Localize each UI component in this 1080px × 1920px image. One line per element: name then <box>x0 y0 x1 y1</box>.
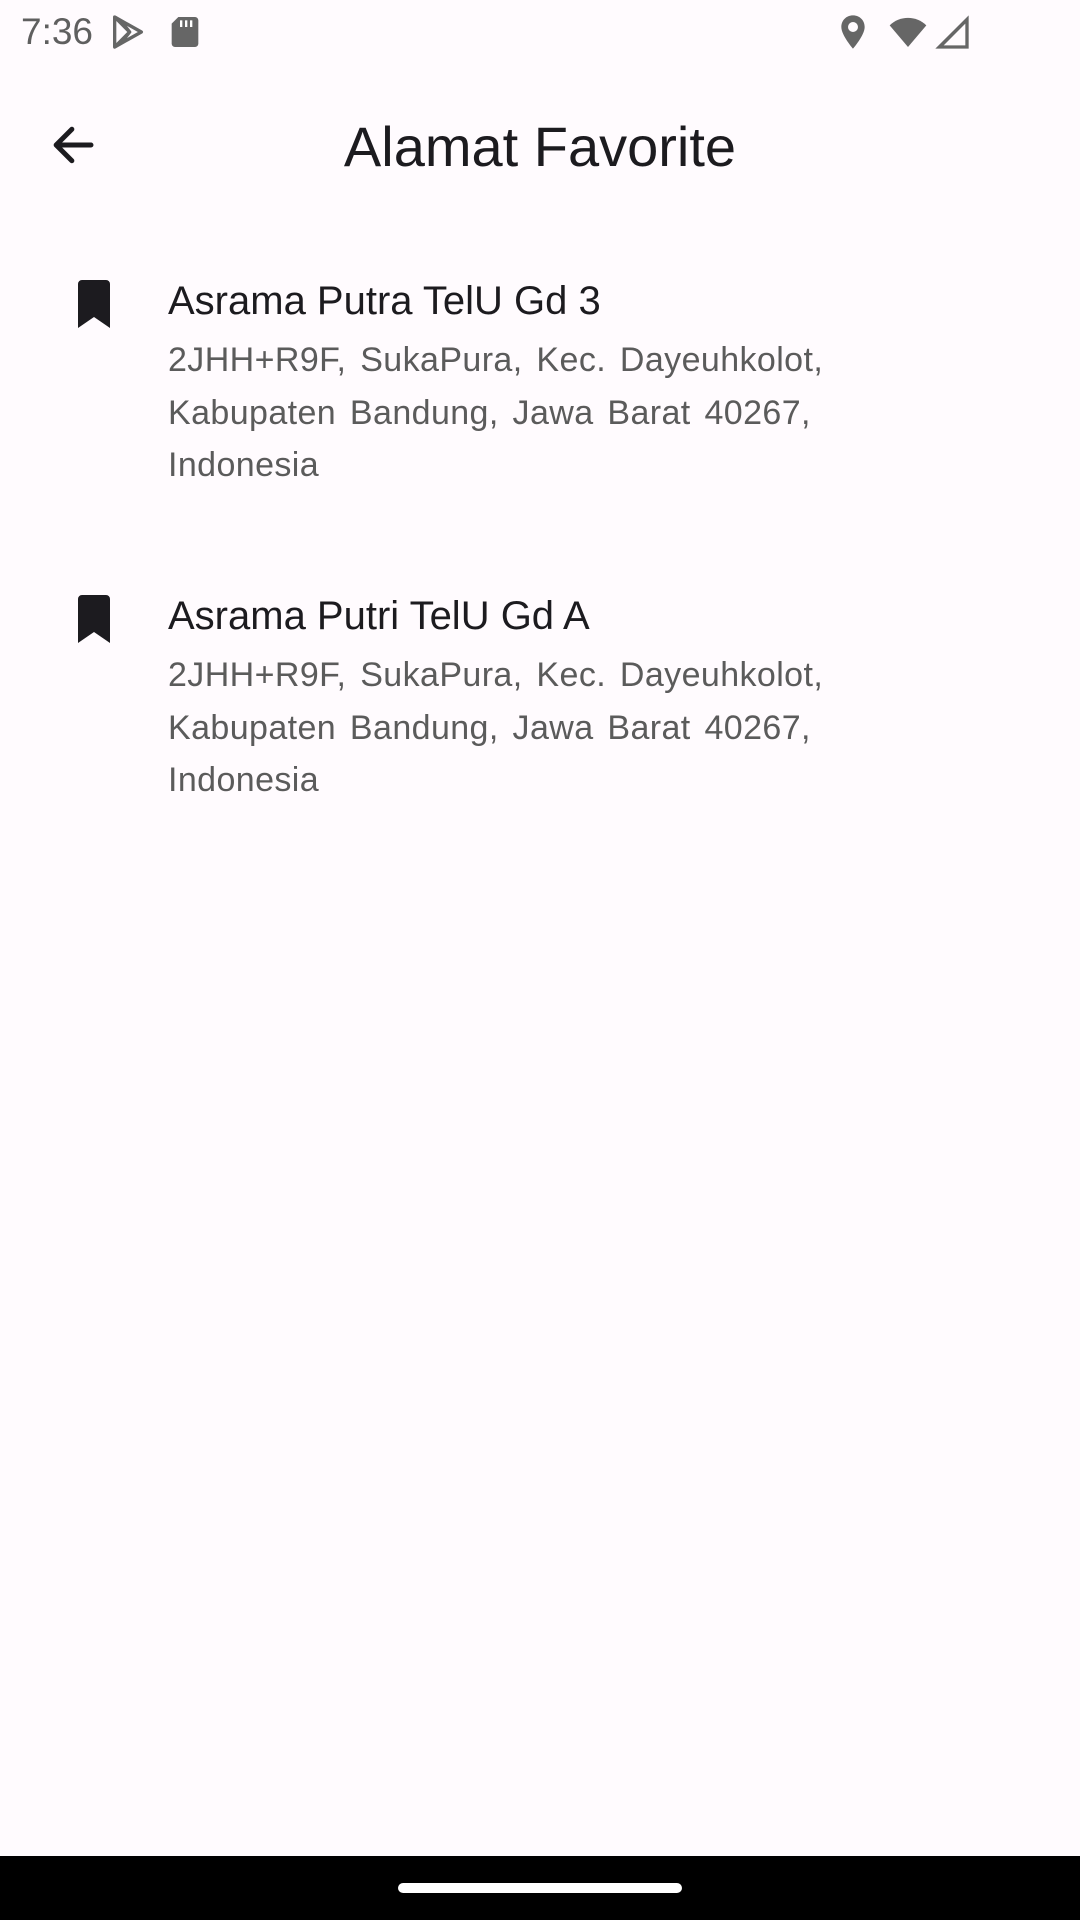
favorite-address-text: Asrama Putri TelU Gd A 2JHH+R9F, SukaPur… <box>168 589 888 807</box>
location-icon <box>833 12 873 52</box>
address-line: Kabupaten Bandung, Jawa Barat 40267, <box>168 393 811 432</box>
favorite-address-list: Asrama Putra TelU Gd 3 2JHH+R9F, SukaPur… <box>0 264 1080 894</box>
address-line: 2JHH+R9F, SukaPura, Kec. Dayeuhkolot, <box>168 656 824 694</box>
bookmark-icon <box>74 595 114 643</box>
favorite-address-name: Asrama Putra TelU Gd 3 <box>168 279 601 323</box>
favorite-address-item[interactable]: Asrama Putra TelU Gd 3 2JHH+R9F, SukaPur… <box>0 264 1080 579</box>
bookmark-icon <box>74 280 114 328</box>
app-bar: Alamat Favorite <box>0 64 1080 204</box>
address-line: Indonesia <box>168 761 320 799</box>
address-line: Kabupaten Bandung, Jawa Barat 40267, <box>168 708 811 747</box>
wifi-icon <box>888 12 928 52</box>
favorite-address-item[interactable]: Asrama Putri TelU Gd A 2JHH+R9F, SukaPur… <box>0 579 1080 894</box>
play-store-icon <box>108 12 148 52</box>
status-bar: 7:36 <box>0 0 1080 64</box>
status-time: 7:36 <box>21 11 94 52</box>
favorite-address-detail: 2JHH+R9F, SukaPura, Kec. Dayeuhkolot, Ka… <box>168 334 888 492</box>
cell-signal-icon <box>932 12 972 52</box>
favorite-address-detail: 2JHH+R9F, SukaPura, Kec. Dayeuhkolot, Ka… <box>168 649 888 807</box>
system-navigation-bar <box>0 1856 1080 1920</box>
home-indicator[interactable] <box>398 1883 682 1893</box>
page-title: Alamat Favorite <box>343 115 737 178</box>
address-line: Indonesia <box>168 446 320 484</box>
sd-card-icon <box>165 12 205 52</box>
address-line: 2JHH+R9F, SukaPura, Kec. Dayeuhkolot, <box>168 341 824 379</box>
favorite-address-text: Asrama Putra TelU Gd 3 2JHH+R9F, SukaPur… <box>168 274 888 492</box>
favorite-address-name: Asrama Putri TelU Gd A <box>168 594 590 638</box>
